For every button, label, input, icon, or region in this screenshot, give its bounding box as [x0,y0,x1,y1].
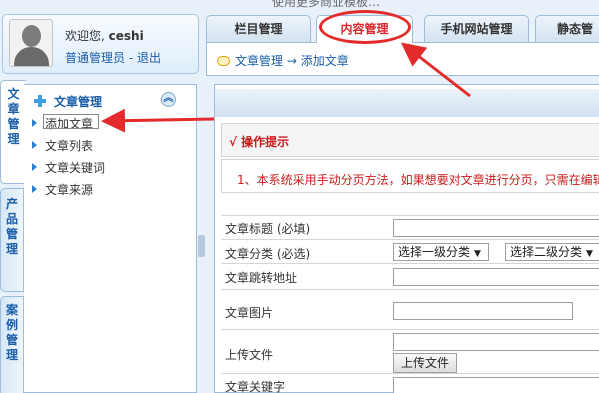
upload-label: 上传文件 [225,348,274,362]
title-input[interactable] [393,219,599,237]
tab-column-management[interactable]: 栏目管理 [206,15,311,42]
side-tab-article-label: 文章管理 [7,87,20,146]
nav-item-label: 文章来源 [45,183,94,197]
form-row-category: 文章分类 (必选) 选择一级分类 ▼ 选择二级分类 ▼ [221,239,599,263]
keywords-input[interactable] [393,377,599,393]
tip-body: 1、本系统采用手动分页方法，如果想要对文章进行分页，只需在编辑 [237,173,599,187]
tab-mobile-site-management[interactable]: 手机网站管理 [424,15,529,42]
panel-splitter-handle[interactable] [198,235,205,257]
main-content: √ 操作提示 1、本系统采用手动分页方法，如果想要对文章进行分页，只需在编辑 文… [214,84,599,393]
nav-item-label: 文章关键词 [45,161,106,175]
title-label: 文章标题 (必填) [225,222,311,236]
side-tab-product-label: 产品管理 [5,197,18,256]
tip-title: √ 操作提示 [229,135,290,149]
side-tab-case-label: 案例管理 [5,303,18,362]
welcome-label: 欢迎您, [65,29,105,43]
side-tab-case[interactable]: 案例管理 [0,296,24,393]
collapse-icon[interactable]: ︽ [161,92,176,107]
user-links: 普通管理员 - 退出 [65,49,161,66]
speech-bubble-icon [217,56,230,66]
category-label: 文章分类 (必选) [225,247,311,261]
tab-static-management[interactable]: 静态管 [535,15,599,42]
triangle-icon [32,119,37,127]
form-row-image: 文章图片 [221,289,599,329]
dropdown-arrow-icon: ▼ [474,249,481,259]
breadcrumb: 文章管理 → 添加文章 [217,52,349,69]
breadcrumb-page[interactable]: 添加文章 [301,54,349,68]
category-level1-select[interactable]: 选择一级分类 ▼ [393,243,489,261]
breadcrumb-arrow: → [286,54,297,68]
upload-file-input[interactable] [393,333,599,351]
annotation-ring [319,10,411,44]
active-item-outline [43,114,99,129]
main-header-bar [215,89,599,117]
triangle-icon [32,163,37,171]
nav-item-article-list[interactable]: 文章列表 [32,137,93,154]
avatar [9,19,53,67]
welcome-text: 欢迎您, ceshi [65,27,144,44]
breadcrumb-section[interactable]: 文章管理 [235,54,283,68]
keywords-label: 文章关键字 [225,380,286,393]
category-level2-value: 选择二级分类 [510,245,583,259]
image-input[interactable] [393,302,573,320]
link-separator: - [125,51,137,65]
side-tab-article[interactable]: 文章管理 [0,80,26,184]
form-row-upload: 上传文件 上传文件 [221,329,599,373]
logout-link[interactable]: 退出 [137,51,161,65]
upload-file-button[interactable]: 上传文件 [393,353,457,373]
form-row-title: 文章标题 (必填) [221,215,599,239]
user-panel: 欢迎您, ceshi 普通管理员 - 退出 [2,14,199,74]
nav-title: 文章管理 [54,95,103,109]
nav-header: 文章管理 [34,93,102,110]
nav-item-article-source[interactable]: 文章来源 [32,181,93,198]
dropdown-arrow-icon: ▼ [586,249,593,259]
redirect-input[interactable] [393,268,599,286]
breadcrumb-bar: 文章管理 → 添加文章 [206,42,599,76]
left-nav: 文章管理 ︽ 添加文章 文章列表 文章关键词 文章来源 [24,84,197,393]
form-row-keywords: 文章关键字 [221,373,599,393]
role-link[interactable]: 普通管理员 [65,51,125,65]
category-level2-select[interactable]: 选择二级分类 ▼ [505,243,599,261]
triangle-icon [32,141,37,149]
username: ceshi [108,29,144,43]
image-label: 文章图片 [225,306,274,320]
nav-item-article-keywords[interactable]: 文章关键词 [32,159,105,176]
side-tab-product[interactable]: 产品管理 [0,188,24,292]
form-row-redirect: 文章跳转地址 [221,263,599,289]
plus-icon [34,95,46,107]
category-level1-value: 选择一级分类 [398,245,471,259]
triangle-icon [32,185,37,193]
top-cut-text: 使用更多商业模板… [272,0,381,9]
redirect-label: 文章跳转地址 [225,271,298,285]
nav-item-label: 文章列表 [45,139,94,153]
